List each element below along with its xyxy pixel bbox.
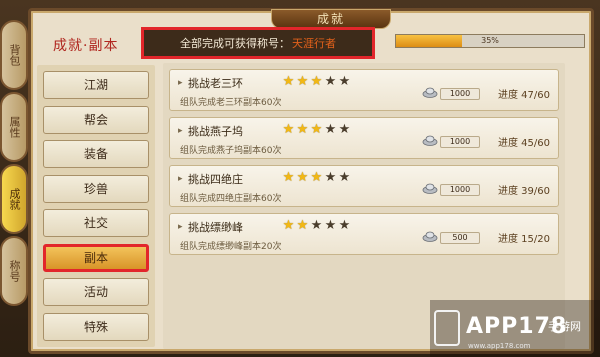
reward-amount: 500 bbox=[440, 232, 480, 244]
achievement-description: 组队完成燕子坞副本60次 bbox=[180, 146, 282, 156]
arrow-icon: ▸ bbox=[178, 126, 183, 136]
star-icon: ★ bbox=[310, 74, 323, 89]
silver-ingot-icon bbox=[422, 135, 438, 146]
nav-item-4[interactable]: 社交 bbox=[43, 209, 149, 237]
star-rating: ★ ★ ★ ★ ★ bbox=[282, 171, 351, 184]
achievement-progress: 进度 47/60 bbox=[498, 90, 550, 101]
reward-amount: 1000 bbox=[440, 136, 480, 148]
watermark: APP178 手游网 www.app178.com bbox=[430, 300, 600, 357]
star-icon: ★ bbox=[338, 170, 351, 185]
star-icon: ★ bbox=[324, 74, 337, 89]
star-icon: ★ bbox=[282, 170, 295, 185]
star-icon: ★ bbox=[324, 122, 337, 137]
reward-amount: 1000 bbox=[440, 88, 480, 100]
completion-reward-banner: 全部完成可获得称号： 天涯行者 bbox=[141, 27, 375, 59]
reward-amount: 1000 bbox=[440, 184, 480, 196]
nav-item-2[interactable]: 装备 bbox=[43, 140, 149, 168]
side-tab-3[interactable]: 称号 bbox=[0, 236, 28, 306]
achievement-name: 挑战燕子坞 bbox=[188, 125, 243, 138]
achievement-description: 组队完成缥缈峰副本20次 bbox=[180, 242, 282, 252]
completion-reward-title: 天涯行者 bbox=[292, 37, 336, 50]
completion-reward-label: 全部完成可获得称号： bbox=[180, 37, 290, 50]
side-tab-0[interactable]: 背包 bbox=[0, 20, 28, 90]
nav-item-5[interactable]: 副本 bbox=[43, 243, 149, 272]
star-icon: ★ bbox=[338, 218, 351, 233]
nav-item-6[interactable]: 活动 bbox=[43, 278, 149, 306]
achievement-name: 挑战老三环 bbox=[188, 77, 243, 90]
game-frame: 背包 属性 成就 称号 成就 成就·副本 全部完成可获得称号： 天涯行者 35% 江湖… bbox=[0, 0, 600, 357]
watermark-subtext: 手游网 bbox=[548, 320, 581, 333]
arrow-icon: ▸ bbox=[178, 174, 183, 184]
achievement-progress: 进度 45/60 bbox=[498, 138, 550, 149]
achievement-progress: 进度 39/60 bbox=[498, 186, 550, 197]
overall-progress-bar: 35% bbox=[395, 34, 585, 48]
achievement-progress: 进度 15/20 bbox=[498, 234, 550, 245]
achievement-description: 组队完成老三环副本60次 bbox=[180, 98, 282, 108]
star-icon: ★ bbox=[296, 170, 309, 185]
side-tab-1[interactable]: 属性 bbox=[0, 92, 28, 162]
star-icon: ★ bbox=[296, 74, 309, 89]
star-icon: ★ bbox=[282, 122, 295, 137]
arrow-icon: ▸ bbox=[178, 78, 183, 88]
star-rating: ★ ★ ★ ★ ★ bbox=[282, 75, 351, 88]
phone-icon bbox=[434, 310, 460, 346]
achievement-row[interactable]: ▸ 挑战缥缈峰 组队完成缥缈峰副本20次 ★ ★ ★ ★ ★ 500 进度 15/20 bbox=[169, 213, 559, 255]
star-rating: ★ ★ ★ ★ ★ bbox=[282, 219, 351, 232]
star-icon: ★ bbox=[296, 122, 309, 137]
nav-item-1[interactable]: 帮会 bbox=[43, 105, 149, 134]
overall-progress-text: 35% bbox=[481, 36, 499, 45]
star-icon: ★ bbox=[324, 170, 337, 185]
star-icon: ★ bbox=[296, 218, 309, 233]
nav-item-0[interactable]: 江湖 bbox=[43, 71, 149, 99]
star-icon: ★ bbox=[324, 218, 337, 233]
star-icon: ★ bbox=[310, 218, 323, 233]
nav-item-3[interactable]: 珍兽 bbox=[43, 174, 149, 203]
nav-item-7[interactable]: 特殊 bbox=[43, 312, 149, 341]
star-icon: ★ bbox=[310, 122, 323, 137]
silver-ingot-icon bbox=[422, 231, 438, 242]
achievement-row[interactable]: ▸ 挑战老三环 组队完成老三环副本60次 ★ ★ ★ ★ ★ 1000 进度 47/60 bbox=[169, 69, 559, 111]
achievement-name: 挑战缥缈峰 bbox=[188, 221, 243, 234]
achievement-name: 挑战四绝庄 bbox=[188, 173, 243, 186]
arrow-icon: ▸ bbox=[178, 222, 183, 232]
side-tab-2[interactable]: 成就 bbox=[0, 164, 28, 234]
category-nav: 江湖帮会装备珍兽社交副本活动特殊 bbox=[37, 65, 155, 347]
silver-ingot-icon bbox=[422, 87, 438, 98]
star-icon: ★ bbox=[338, 122, 351, 137]
star-rating: ★ ★ ★ ★ ★ bbox=[282, 123, 351, 136]
star-icon: ★ bbox=[282, 218, 295, 233]
watermark-url: www.app178.com bbox=[468, 342, 531, 350]
achievement-row[interactable]: ▸ 挑战四绝庄 组队完成四绝庄副本60次 ★ ★ ★ ★ ★ 1000 进度 39/60 bbox=[169, 165, 559, 207]
star-icon: ★ bbox=[338, 74, 351, 89]
window-title: 成就 bbox=[271, 9, 391, 29]
silver-ingot-icon bbox=[422, 183, 438, 194]
star-icon: ★ bbox=[282, 74, 295, 89]
section-title: 成就·副本 bbox=[53, 38, 119, 54]
achievement-row[interactable]: ▸ 挑战燕子坞 组队完成燕子坞副本60次 ★ ★ ★ ★ ★ 1000 进度 45/60 bbox=[169, 117, 559, 159]
star-icon: ★ bbox=[310, 170, 323, 185]
achievement-description: 组队完成四绝庄副本60次 bbox=[180, 194, 282, 204]
